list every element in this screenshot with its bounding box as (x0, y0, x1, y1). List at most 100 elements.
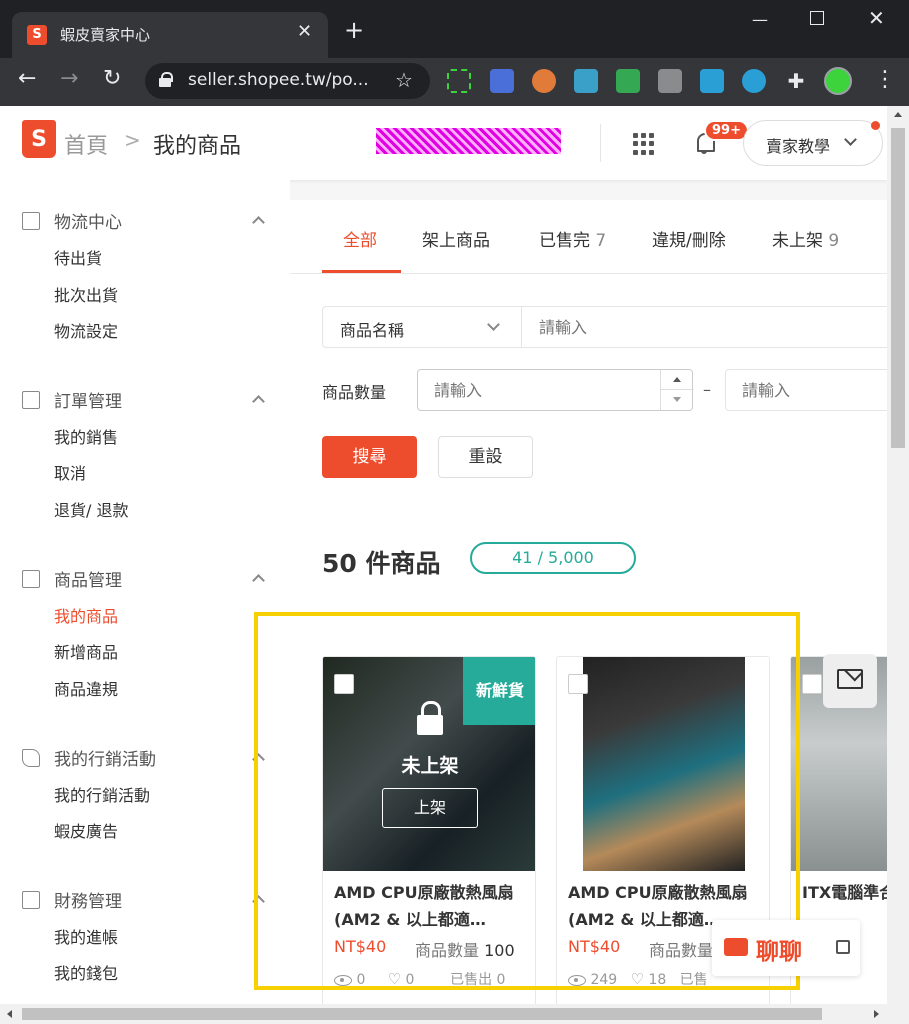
minimize-icon[interactable]: — (752, 10, 768, 29)
address-bar[interactable]: seller.shopee.tw/po... ☆ (145, 63, 430, 99)
screenshot-extension-icon[interactable] (447, 69, 471, 93)
chevron-down-icon (487, 318, 500, 331)
mail-extension-icon[interactable] (616, 69, 640, 93)
seller-tutorial-button[interactable]: 賣家教學 (743, 120, 883, 166)
quantity-stepper[interactable] (660, 370, 694, 410)
envelope-icon (837, 669, 863, 689)
message-button[interactable] (823, 654, 877, 708)
tab-title: 蝦皮賣家中心 (60, 26, 151, 44)
tab-violation[interactable]: 違規/刪除 (652, 226, 726, 251)
tab-unlisted[interactable]: 未上架 9 (772, 226, 839, 251)
popout-icon[interactable] (836, 940, 850, 954)
apps-grid-icon[interactable] (633, 133, 655, 155)
chat-bubble-icon (724, 938, 748, 956)
range-separator: – (703, 380, 711, 399)
tab-sold-out[interactable]: 已售完 7 (539, 226, 606, 251)
search-field-select[interactable]: 商品名稱 (322, 306, 522, 348)
new-tab-button[interactable]: + (344, 18, 364, 42)
vertical-scrollbar[interactable] (887, 106, 909, 1004)
quantity-min-input[interactable] (417, 369, 693, 411)
lens-extension-icon[interactable] (742, 69, 766, 93)
shopee-logo-icon[interactable]: S (22, 120, 56, 158)
tab-all[interactable]: 全部 (343, 226, 377, 251)
reset-button[interactable]: 重設 (438, 436, 533, 478)
maximize-icon[interactable] (810, 11, 824, 25)
wallet-icon (22, 891, 40, 909)
search-button[interactable]: 搜尋 (322, 436, 417, 478)
sidebar-item-to-ship[interactable]: 待出貨 (54, 245, 102, 269)
sidebar-section-title[interactable]: 訂單管理 (54, 387, 122, 412)
code-extension-icon[interactable] (658, 69, 682, 93)
translate-extension-icon[interactable] (574, 69, 598, 93)
clipboard-icon (22, 391, 40, 409)
stepper-up-icon[interactable] (673, 377, 681, 382)
breadcrumb-separator: > (124, 128, 141, 152)
sidebar-item-add-product[interactable]: 新增商品 (54, 639, 118, 663)
quantity-max-input[interactable] (725, 369, 887, 411)
sidebar-section-title[interactable]: 我的行銷活動 (54, 745, 156, 770)
tag-icon (22, 749, 40, 767)
sidebar-section-title[interactable]: 財務管理 (54, 887, 122, 912)
lock-icon (159, 72, 173, 87)
sidebar-item-marketing[interactable]: 我的行銷活動 (54, 782, 150, 806)
scroll-left-icon[interactable] (7, 1010, 12, 1018)
product-checkbox[interactable] (802, 674, 822, 694)
sidebar-item-bulk-ship[interactable]: 批次出貨 (54, 282, 118, 306)
chevron-up-icon[interactable] (252, 216, 265, 229)
horizontal-scroll-thumb[interactable] (22, 1008, 822, 1020)
sidebar-item-cancellations[interactable]: 取消 (54, 460, 86, 484)
product-name-input[interactable] (522, 306, 887, 348)
bookmark-star-icon[interactable]: ☆ (395, 68, 413, 92)
sidebar-section-title[interactable]: 物流中心 (54, 208, 122, 233)
stepper-divider (661, 389, 694, 390)
forward-arrow-icon[interactable]: → (60, 66, 78, 91)
horizontal-scrollbar[interactable] (0, 1004, 909, 1024)
stepper-down-icon[interactable] (673, 397, 681, 402)
vertical-scroll-thumb[interactable] (891, 128, 905, 448)
chat-label: 聊聊 (756, 939, 802, 965)
breadcrumb-current: 我的商品 (153, 134, 242, 159)
browser-menu-icon[interactable]: ⋮ (874, 68, 896, 92)
tab-live[interactable]: 架上商品 (422, 226, 490, 251)
shopee-favicon-icon: S (27, 25, 47, 45)
browser-tab[interactable]: S 蝦皮賣家中心 ✕ (12, 12, 328, 58)
sidebar-item-my-sales[interactable]: 我的銷售 (54, 424, 118, 448)
sidebar: 物流中心 待出貨 批次出貨 物流設定 訂單管理 我的銷售 取消 退貨/ 退款 商… (0, 180, 290, 1004)
notification-badge: 99+ (704, 120, 749, 141)
back-arrow-icon[interactable]: ← (18, 66, 36, 91)
tutorial-alert-dot (871, 121, 880, 130)
chevron-up-icon[interactable] (252, 574, 265, 587)
owl-extension-icon[interactable] (532, 69, 556, 93)
page-header: S 首頁 > 我的商品 99+ 賣家教學 (0, 106, 887, 180)
search-extension-icon[interactable] (490, 69, 514, 93)
product-name[interactable]: ITX電腦準合金烤漆外 (802, 879, 887, 906)
redacted-shop-name (376, 128, 561, 154)
tabs-divider (290, 273, 887, 274)
profile-avatar[interactable] (824, 67, 852, 95)
product-count-title: 50 件商品 (322, 549, 441, 578)
puzzle-extensions-icon[interactable]: ✚ (784, 69, 808, 93)
sidebar-section-title[interactable]: 商品管理 (54, 566, 122, 591)
window-close-icon[interactable]: ✕ (868, 6, 885, 30)
chat-widget[interactable]: 聊聊 (712, 920, 860, 976)
sidebar-item-wallet[interactable]: 我的錢包 (54, 960, 118, 984)
breadcrumb-home[interactable]: 首頁 (64, 128, 108, 160)
scroll-right-icon[interactable] (874, 1010, 879, 1018)
sidebar-item-income[interactable]: 我的進帳 (54, 924, 118, 948)
browser-tab-bar: S 蝦皮賣家中心 ✕ + — ✕ (0, 0, 909, 58)
header-divider (600, 124, 601, 162)
product-quota-badge: 41 / 5,000 (470, 542, 636, 574)
truck-icon (22, 212, 40, 230)
browser-toolbar: ← → ↻ seller.shopee.tw/po... ☆ ✚ ⋮ (0, 58, 909, 106)
tab-close-icon[interactable]: ✕ (297, 21, 312, 42)
sidebar-item-shipping-settings[interactable]: 物流設定 (54, 318, 118, 342)
reload-icon[interactable]: ↻ (103, 66, 121, 91)
sidebar-item-returns[interactable]: 退貨/ 退款 (54, 497, 128, 521)
chevron-up-icon[interactable] (252, 395, 265, 408)
sidebar-item-violations[interactable]: 商品違規 (54, 676, 118, 700)
sidebar-item-ads[interactable]: 蝦皮廣告 (54, 818, 118, 842)
scroll-up-icon[interactable] (894, 112, 902, 117)
bag-icon (22, 570, 40, 588)
sidebar-item-my-products[interactable]: 我的商品 (54, 603, 118, 627)
share-extension-icon[interactable] (700, 69, 724, 93)
